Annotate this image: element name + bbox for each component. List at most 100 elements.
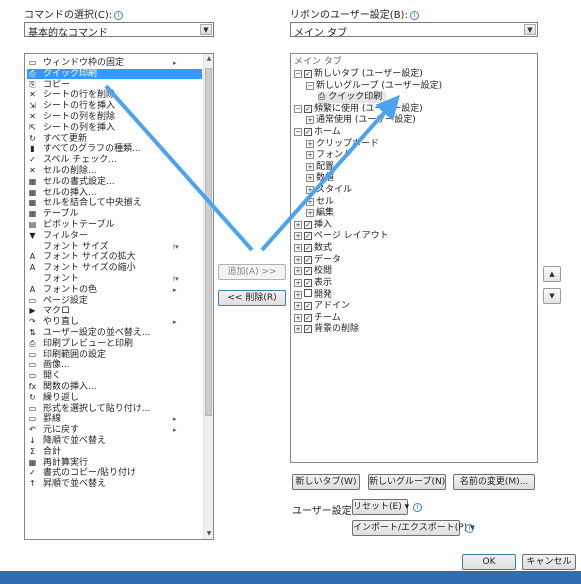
tree-item[interactable]: − 新しいグループ (ユーザー設定)	[306, 81, 442, 92]
checkbox[interactable]: ✓	[304, 232, 312, 241]
expand-icon[interactable]: +	[294, 220, 302, 229]
tree-item[interactable]: + ✓ ページ レイアウト	[294, 231, 389, 242]
collapse-icon[interactable]: −	[306, 81, 314, 90]
collapse-icon[interactable]: −	[294, 104, 302, 113]
command-item[interactable]: ⇅ ユーザー設定の並べ替え...	[27, 328, 202, 338]
expand-icon[interactable]: +	[294, 325, 302, 334]
ribbon-tabs-combo[interactable]: メイン タブ ▼	[290, 22, 538, 39]
command-item[interactable]: Σ 合計	[27, 447, 202, 457]
tree-item[interactable]: + 編集	[306, 208, 334, 219]
expand-icon[interactable]: +	[306, 151, 314, 160]
command-item[interactable]: ⎙ クイック印刷	[27, 68, 202, 79]
checkbox[interactable]: ✓	[304, 313, 312, 322]
command-source-combo[interactable]: 基本的なコマンド ▼	[24, 22, 214, 39]
command-item[interactable]: ⇲ シートの行を挿入	[27, 101, 202, 111]
command-item[interactable]: fx 関数の挿入...	[27, 382, 202, 392]
chevron-down-icon[interactable]: ▼	[524, 24, 536, 35]
checkbox[interactable]: ✓	[304, 325, 312, 334]
command-item[interactable]: ▦ セルを結合して中央揃え	[27, 198, 202, 208]
command-item[interactable]: ▭ 印刷範囲の設定	[27, 350, 202, 360]
tree-item[interactable]: − ✓ 頻繁に使用 (ユーザー設定)	[294, 104, 423, 115]
checkbox[interactable]	[304, 289, 312, 298]
cancel-button[interactable]: キャンセル	[522, 554, 576, 570]
command-item[interactable]: A フォントの色 ▸	[27, 285, 202, 295]
checkbox[interactable]: ✓	[304, 128, 312, 136]
tree-item[interactable]: + セル	[306, 197, 334, 208]
scrollbar-thumb[interactable]	[205, 68, 212, 416]
expand-icon[interactable]: +	[306, 116, 314, 125]
expand-icon[interactable]: +	[306, 174, 314, 183]
expand-icon[interactable]: +	[294, 278, 302, 287]
expand-icon[interactable]: +	[294, 291, 302, 300]
checkbox[interactable]: ✓	[304, 244, 312, 252]
tree-item[interactable]: − ✓ 新しいタブ (ユーザー設定)	[294, 69, 423, 80]
import-export-button[interactable]: インポート/エクスポート(P) ▾	[352, 520, 475, 536]
command-item[interactable]: ▦ 再計算実行	[27, 458, 202, 468]
checkbox[interactable]: ✓	[304, 255, 312, 264]
tree-item[interactable]: + スタイル	[306, 185, 352, 196]
expand-icon[interactable]: +	[294, 244, 302, 252]
command-item[interactable]: ✕ シートの列を削除	[27, 112, 202, 122]
tree-item[interactable]: + 数値	[306, 173, 334, 184]
tree-item[interactable]: + ✓ データ	[294, 255, 341, 266]
expand-icon[interactable]: +	[294, 232, 302, 241]
new-tab-button[interactable]: 新しいタブ(W)	[292, 474, 360, 490]
tree-item[interactable]: + 開発	[294, 289, 332, 300]
expand-icon[interactable]: +	[306, 139, 314, 148]
command-item[interactable]: ▭ 開く	[27, 371, 202, 381]
chevron-down-icon[interactable]: ▼	[200, 24, 212, 35]
move-up-button[interactable]: ▲	[543, 266, 561, 282]
checkbox[interactable]: ✓	[304, 267, 312, 276]
command-item[interactable]: ▦ テーブル	[27, 209, 202, 219]
tree-item[interactable]: + ✓ 表示	[294, 278, 332, 289]
collapse-icon[interactable]: −	[294, 70, 302, 78]
command-item[interactable]: ▭ 画像...	[27, 360, 202, 370]
ribbon-tree[interactable]: メイン タブ − ✓ 新しいタブ (ユーザー設定) − 新しいグループ (ユーザー設定)…	[290, 53, 538, 463]
tree-item[interactable]: + フォント	[306, 150, 352, 161]
command-item[interactable]: ↓ 降順で並べ替え	[27, 436, 202, 446]
command-item[interactable]: ✕ セルの削除...	[27, 166, 202, 176]
command-item[interactable]: ✓ 書式のコピー/貼り付け	[27, 468, 202, 478]
expand-icon[interactable]: +	[306, 162, 314, 171]
expand-icon[interactable]: +	[306, 197, 314, 206]
command-item[interactable]: ↷ やり直し ▸	[27, 317, 202, 327]
command-item[interactable]: ⎘ コピー	[27, 80, 202, 90]
command-item[interactable]: ↻ すべて更新	[27, 134, 202, 144]
scroll-up-icon[interactable]: ▲	[204, 54, 213, 64]
new-group-button[interactable]: 新しいグループ(N)	[368, 474, 446, 490]
checkbox[interactable]: ✓	[304, 104, 312, 113]
move-down-button[interactable]: ▼	[543, 288, 561, 304]
tree-item[interactable]: + ✓ 挿入	[294, 220, 332, 231]
tree-item[interactable]: + ✓ 校閲	[294, 266, 332, 277]
command-item[interactable]: ▭ ページ設定	[27, 296, 202, 306]
expand-icon[interactable]: +	[294, 267, 302, 276]
checkbox[interactable]: ✓	[304, 220, 312, 229]
tree-item[interactable]: − ✓ ホーム	[294, 127, 341, 138]
command-item[interactable]: ▼ フィルター	[27, 231, 202, 241]
command-list-scrollbar[interactable]: ▲ ▼	[203, 54, 213, 539]
expand-icon[interactable]: +	[294, 302, 302, 310]
tree-item[interactable]: + ✓ 背景の削除	[294, 324, 359, 335]
reset-button[interactable]: リセット(E) ▾	[352, 499, 409, 515]
tree-item[interactable]: + ✓ 数式	[294, 243, 332, 254]
command-item[interactable]: ✓ スペル チェック...	[27, 155, 202, 165]
remove-button[interactable]: << 削除(R)	[218, 290, 286, 306]
command-item[interactable]: ↶ 元に戻す ▸	[27, 425, 202, 435]
command-item[interactable]: ▶ マクロ	[27, 306, 202, 316]
tree-item[interactable]: + 配置	[306, 162, 334, 173]
command-item[interactable]: ↻ 繰り返し	[27, 393, 202, 403]
expand-icon[interactable]: +	[294, 255, 302, 264]
command-item[interactable]: ⇱ シートの列を挿入	[27, 123, 202, 133]
command-item[interactable]: A フォント サイズの縮小	[27, 263, 202, 273]
tree-item[interactable]: + ✓ チーム	[294, 313, 341, 324]
command-item[interactable]: ✕ シートの行を削除	[27, 90, 202, 100]
command-list[interactable]: ↑ 昇順で並べ替え ✓ 書式のコピー/貼り付け ▦ 再計算実行 Σ 合計 ↓ 降順で並べ替え ↶ 元に…	[24, 53, 214, 540]
expand-icon[interactable]: +	[306, 186, 314, 194]
command-item[interactable]: ▮ すべてのグラフの種類...	[27, 144, 202, 154]
command-item[interactable]: ▦ セルの挿入...	[27, 188, 202, 198]
command-item[interactable]: ▭ ウィンドウ枠の固定 ▸	[27, 58, 202, 68]
expand-icon[interactable]: +	[306, 209, 314, 218]
ok-button[interactable]: OK	[462, 554, 516, 570]
checkbox[interactable]: ✓	[304, 70, 312, 78]
checkbox[interactable]: ✓	[304, 302, 312, 310]
